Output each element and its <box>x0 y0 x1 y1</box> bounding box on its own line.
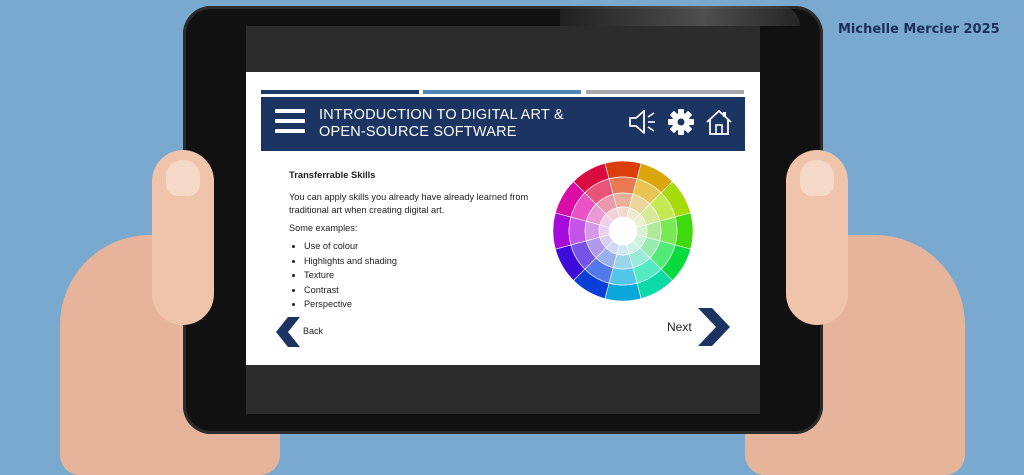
course-header: INTRODUCTION TO DIGITAL ART & OPEN-SOURC… <box>261 97 745 151</box>
section-heading: Transferrable Skills <box>289 169 376 180</box>
wheel-segment <box>608 267 638 286</box>
right-thumbnail <box>800 160 834 196</box>
wheel-segment <box>604 282 642 302</box>
progress-segment-2 <box>423 90 581 94</box>
author-credit: Michelle Mercier 2025 <box>838 22 1000 37</box>
progress-segment-1 <box>261 90 419 94</box>
list-item: Use of colour <box>304 240 549 253</box>
left-thumbnail <box>166 160 200 196</box>
lesson-paragraph: You can apply skills you already have al… <box>289 192 529 215</box>
back-label: Back <box>303 326 324 336</box>
progress-segment-3 <box>586 90 744 94</box>
list-item: Texture <box>304 269 549 282</box>
gear-icon[interactable] <box>666 107 696 137</box>
chevron-right-icon <box>698 308 730 346</box>
next-label: Next <box>667 320 692 334</box>
examples-label: Some examples: <box>289 223 358 233</box>
wheel-segment <box>608 176 638 195</box>
lesson-content: Transferrable Skills You can apply skill… <box>289 168 549 313</box>
examples-list: Use of colour Highlights and shading Tex… <box>289 240 549 311</box>
elearning-screen: INTRODUCTION TO DIGITAL ART & OPEN-SOURC… <box>246 72 760 365</box>
colour-wheel-image <box>552 160 694 302</box>
wheel-center <box>609 217 637 245</box>
wheel-segment <box>659 216 678 246</box>
list-item: Contrast <box>304 284 549 297</box>
back-button[interactable]: Back <box>274 315 334 349</box>
next-button[interactable]: Next <box>664 307 734 347</box>
course-title-line1: INTRODUCTION TO DIGITAL ART & <box>319 107 564 123</box>
wheel-segment <box>604 160 642 180</box>
home-icon[interactable] <box>704 107 734 137</box>
list-item: Highlights and shading <box>304 255 549 268</box>
wheel-segment <box>552 212 572 250</box>
list-item: Perspective <box>304 298 549 311</box>
tablet-reflection <box>560 6 800 26</box>
chevron-left-icon <box>276 317 300 347</box>
course-title: INTRODUCTION TO DIGITAL ART & OPEN-SOURC… <box>319 107 589 141</box>
menu-icon[interactable] <box>275 109 305 137</box>
speaker-icon[interactable] <box>627 107 657 137</box>
wheel-segment <box>674 212 694 250</box>
wheel-segment <box>568 216 587 246</box>
course-title-line2: OPEN-SOURCE SOFTWARE <box>319 124 517 140</box>
